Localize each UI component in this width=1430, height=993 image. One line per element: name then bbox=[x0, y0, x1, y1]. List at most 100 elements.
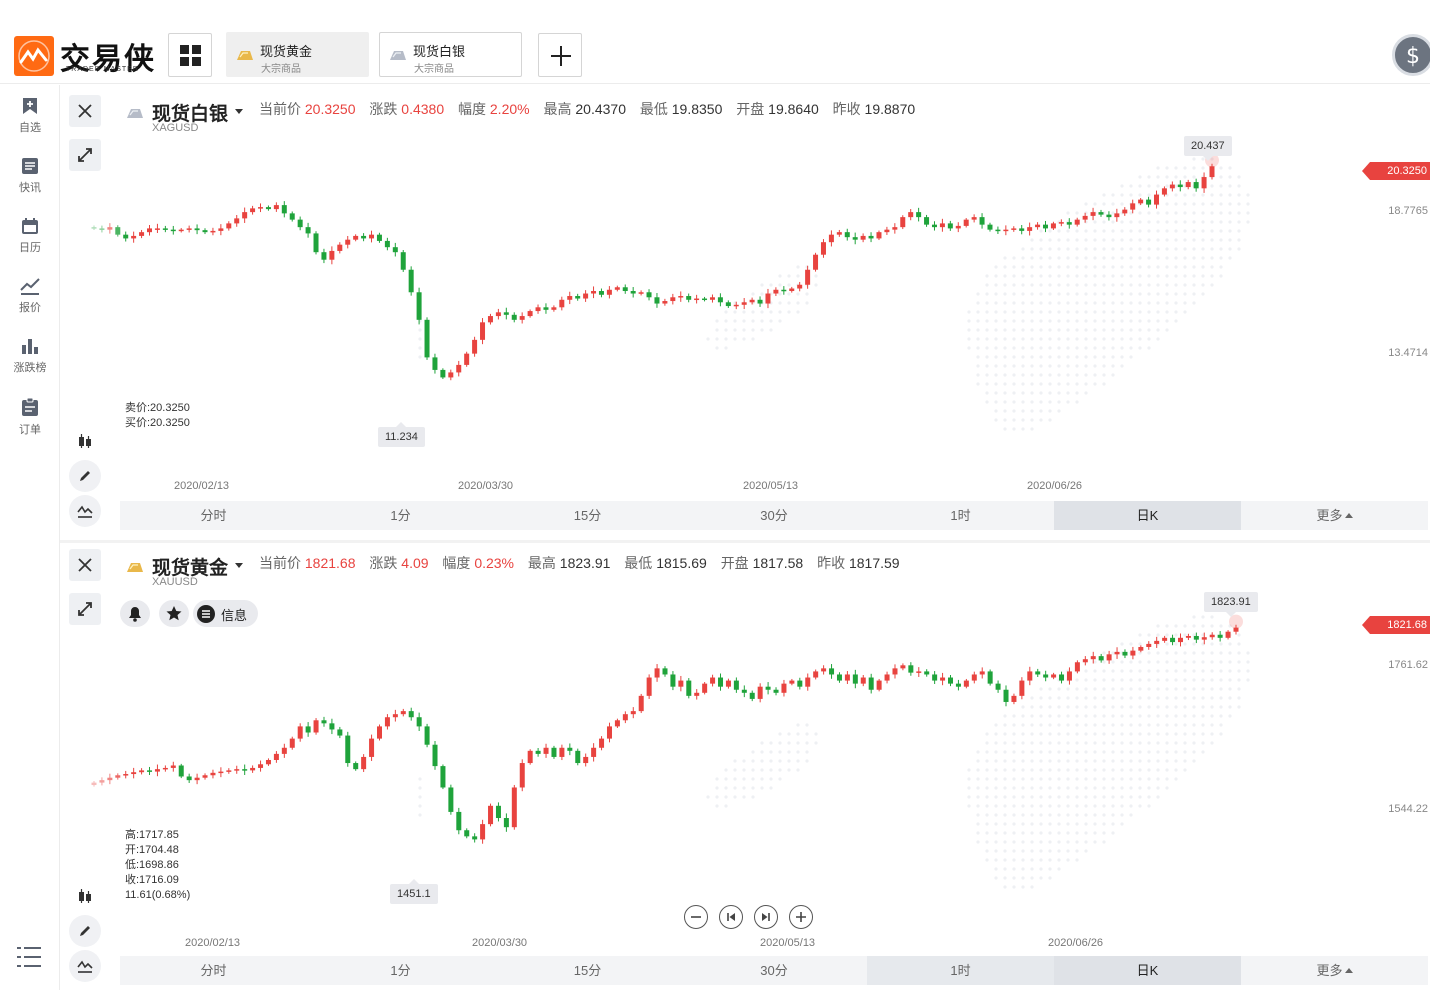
alert-button[interactable] bbox=[120, 600, 150, 627]
close-panel-button[interactable] bbox=[69, 95, 101, 127]
candle-body bbox=[1185, 182, 1191, 188]
timeframe-tab[interactable]: 分时 bbox=[120, 956, 307, 985]
timeframe-tab[interactable]: 15分 bbox=[494, 956, 681, 985]
grid-layout-button[interactable] bbox=[168, 33, 212, 77]
candle-body bbox=[702, 298, 708, 301]
sidebar-item-quotes[interactable]: 报价 bbox=[0, 267, 60, 323]
chart-type-button[interactable] bbox=[69, 880, 101, 912]
draw-tool-button[interactable] bbox=[69, 460, 101, 492]
timeframe-tab-active[interactable]: 日K bbox=[1054, 501, 1241, 530]
app-logo[interactable]: 交易侠 TRADER MASTER bbox=[14, 34, 154, 76]
favorite-button[interactable] bbox=[159, 600, 189, 627]
candle bbox=[1106, 211, 1112, 221]
tab-gold[interactable]: 现货黄金 大宗商品 bbox=[226, 32, 369, 77]
zoom-in-button[interactable] bbox=[789, 905, 813, 929]
timeframe-tab[interactable]: 1时 bbox=[867, 956, 1054, 985]
candle-body bbox=[709, 297, 715, 300]
timeframe-tab[interactable]: 1时 bbox=[867, 501, 1054, 530]
x-axis-date: 2020/03/30 bbox=[472, 937, 528, 949]
candle bbox=[820, 239, 826, 258]
candle bbox=[1114, 647, 1120, 659]
candle bbox=[1043, 670, 1049, 682]
info-button[interactable]: 信息 bbox=[193, 600, 258, 627]
tab-silver[interactable]: 现货白银 大宗商品 bbox=[379, 32, 522, 77]
stat-label: 最高 bbox=[527, 555, 556, 571]
zoom-out-button[interactable] bbox=[684, 905, 708, 929]
candle-body bbox=[511, 787, 517, 828]
candle-body bbox=[1106, 654, 1112, 661]
expand-panel-button[interactable] bbox=[69, 139, 101, 171]
indicator-button[interactable] bbox=[69, 950, 101, 982]
candle-body bbox=[773, 289, 779, 294]
bell-icon bbox=[129, 607, 141, 622]
scroll-end-button[interactable] bbox=[754, 905, 778, 929]
candle-body bbox=[852, 674, 858, 684]
candle bbox=[884, 671, 890, 684]
candle-body bbox=[868, 677, 874, 690]
candle-body bbox=[749, 692, 755, 699]
timeframe-tab[interactable]: 分时 bbox=[120, 501, 307, 530]
chart-type-button[interactable] bbox=[69, 425, 101, 457]
candle bbox=[622, 284, 628, 294]
timeframe-tab-active[interactable]: 日K bbox=[1054, 956, 1241, 985]
sidebar-item-watchlist[interactable]: 自选 bbox=[0, 87, 60, 143]
stat-change: 0.4380 bbox=[401, 101, 445, 117]
candle bbox=[630, 287, 636, 298]
symbol-selector-silver[interactable]: 现货白银 XAGUSD bbox=[122, 97, 262, 137]
symbol-selector-gold[interactable]: 现货黄金 XAUUSD bbox=[122, 551, 262, 591]
candle bbox=[1058, 219, 1064, 227]
timeframe-tab[interactable]: 15分 bbox=[494, 501, 681, 530]
sidebar-item-calendar[interactable]: 日历 bbox=[0, 207, 60, 263]
candle-body bbox=[519, 316, 525, 320]
stat-percent: 0.23% bbox=[474, 555, 515, 571]
draw-tool-button[interactable] bbox=[69, 915, 101, 947]
candle-body bbox=[1169, 184, 1175, 189]
candle bbox=[1185, 179, 1191, 190]
candle bbox=[313, 718, 319, 735]
candle bbox=[844, 228, 850, 241]
candle-body bbox=[392, 247, 398, 253]
candle-body bbox=[313, 720, 319, 733]
timeframe-more[interactable]: 更多 bbox=[1241, 501, 1428, 530]
expand-panel-button[interactable] bbox=[69, 593, 101, 625]
candle bbox=[250, 205, 256, 215]
add-tab-button[interactable] bbox=[538, 33, 582, 77]
candle bbox=[361, 233, 367, 242]
candle-body bbox=[519, 763, 525, 788]
timeframe-tab[interactable]: 30分 bbox=[681, 501, 867, 530]
y-axis-label: 1544.22 bbox=[1388, 803, 1428, 815]
sidebar-item-ranking[interactable]: 涨跌榜 bbox=[0, 327, 60, 383]
candle-body bbox=[480, 824, 486, 840]
candle-body bbox=[1106, 214, 1112, 218]
candle bbox=[503, 307, 509, 320]
sidebar-item-orders[interactable]: 订单 bbox=[0, 387, 60, 443]
menu-button[interactable] bbox=[16, 945, 42, 969]
timeframe-tab[interactable]: 1分 bbox=[307, 501, 494, 530]
candle-body bbox=[408, 269, 414, 293]
timeframe-tab[interactable]: 30分 bbox=[681, 956, 867, 985]
sidebar-item-news[interactable]: 快讯 bbox=[0, 147, 60, 203]
indicator-button[interactable] bbox=[69, 495, 101, 527]
candle-body bbox=[273, 205, 279, 210]
candle-body bbox=[654, 668, 660, 678]
account-dollar-button[interactable]: $ bbox=[1392, 34, 1430, 76]
candle bbox=[567, 291, 573, 305]
timeframe-more[interactable]: 更多 bbox=[1241, 956, 1428, 985]
candle-body bbox=[916, 671, 922, 673]
candle bbox=[107, 223, 113, 234]
candle-body bbox=[1154, 640, 1160, 644]
candle-body bbox=[876, 680, 882, 690]
candle-body bbox=[829, 668, 835, 675]
close-panel-button[interactable] bbox=[69, 549, 101, 581]
candle-body bbox=[686, 680, 692, 696]
candle bbox=[1051, 672, 1057, 680]
candle-body bbox=[963, 680, 969, 687]
candle bbox=[678, 291, 684, 302]
candle-body bbox=[567, 747, 573, 751]
candle-body bbox=[765, 293, 771, 304]
timeframe-tab[interactable]: 1分 bbox=[307, 956, 494, 985]
quote-stats-silver: 当前价 20.3250 涨跌 0.4380 幅度 2.20% 最高 20.437… bbox=[259, 99, 925, 119]
candle bbox=[559, 296, 565, 311]
scroll-start-button[interactable] bbox=[719, 905, 743, 929]
candle bbox=[273, 202, 279, 212]
